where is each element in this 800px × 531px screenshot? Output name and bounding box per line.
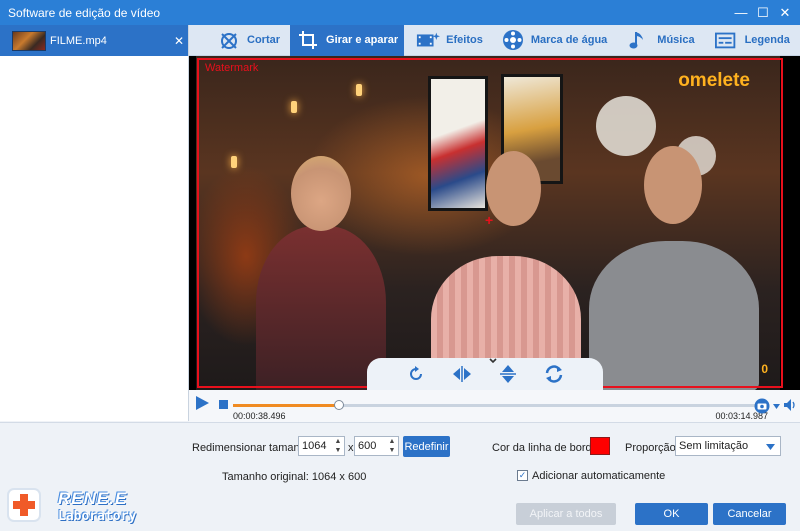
resize-label: Redimensionar tamanho: bbox=[192, 442, 315, 454]
seek-bar-progress bbox=[233, 404, 339, 407]
auto-add-label: Adicionar automaticamente bbox=[532, 470, 666, 482]
apply-all-button[interactable]: Aplicar a todos bbox=[516, 503, 616, 525]
file-list-panel: FILME.mp4 ✕ bbox=[0, 25, 189, 421]
chevron-down-icon[interactable] bbox=[488, 357, 498, 365]
crop-icon bbox=[296, 29, 320, 51]
close-button[interactable]: ✕ bbox=[774, 0, 796, 25]
window-title: Software de edição de vídeo bbox=[8, 5, 161, 20]
cancel-button[interactable]: Cancelar bbox=[713, 503, 786, 525]
edit-toolbar: Cortar Girar e aparar Efeitos Marca de á… bbox=[189, 24, 800, 56]
tab-effects-label: Efeitos bbox=[446, 34, 483, 46]
flip-vertical-icon bbox=[500, 365, 516, 383]
ratio-select[interactable]: Sem limitação bbox=[675, 436, 781, 456]
crop-border[interactable] bbox=[197, 58, 783, 388]
spinner-arrows-icon[interactable]: ▲ ▼ bbox=[334, 438, 342, 454]
tab-watermark-label: Marca de água bbox=[530, 34, 608, 46]
ratio-value: Sem limitação bbox=[679, 440, 749, 452]
auto-add-checkbox[interactable]: ✓ bbox=[517, 470, 528, 481]
camera-icon[interactable] bbox=[754, 398, 770, 414]
height-spinner[interactable]: 600 ▲ ▼ bbox=[354, 436, 399, 456]
watermark-icon bbox=[501, 29, 525, 51]
volume-icon[interactable] bbox=[783, 398, 797, 412]
playback-bar: 00:00:38.496 00:03:14.987 bbox=[189, 390, 800, 422]
file-name: FILME.mp4 bbox=[50, 34, 107, 47]
height-value: 600 bbox=[358, 440, 377, 452]
remove-file-icon[interactable]: ✕ bbox=[170, 34, 188, 48]
size-separator: x bbox=[348, 442, 354, 454]
seek-handle[interactable] bbox=[334, 400, 344, 410]
width-spinner[interactable]: 1064 ▲ ▼ bbox=[298, 436, 345, 456]
tab-music-label: Música bbox=[657, 34, 695, 46]
flip-vertical-button[interactable] bbox=[496, 362, 520, 386]
subtitle-icon bbox=[714, 29, 739, 51]
settings-panel: Redimensionar tamanho: 1064 ▲ ▼ x 600 ▲ ▼ … bbox=[0, 422, 800, 531]
ratio-label: Proporção: bbox=[625, 442, 679, 454]
seek-bar[interactable] bbox=[233, 400, 763, 410]
caret-down-icon[interactable] bbox=[773, 404, 780, 409]
tab-subtitle-label: Legenda bbox=[744, 34, 790, 46]
rotate-icon bbox=[410, 366, 422, 380]
reset-size-button[interactable]: Redefinir bbox=[403, 436, 450, 457]
ok-button[interactable]: OK bbox=[635, 503, 708, 525]
tab-rotate-crop-label: Girar e aparar bbox=[326, 34, 399, 46]
brand-subtitle: Laboratory bbox=[58, 509, 137, 524]
refresh-icon bbox=[545, 365, 563, 383]
effects-icon bbox=[416, 29, 441, 51]
flip-horizontal-button[interactable] bbox=[450, 362, 474, 386]
width-value: 1064 bbox=[302, 440, 327, 452]
maximize-button[interactable]: ☐ bbox=[752, 0, 774, 25]
title-bar: Software de edição de vídeo — ☐ ✕ bbox=[0, 0, 800, 25]
play-icon[interactable] bbox=[194, 395, 210, 411]
border-color-label: Cor da linha de borda: bbox=[492, 442, 601, 454]
rotate-clockwise-button[interactable] bbox=[404, 362, 428, 386]
watermark-label: Watermark bbox=[205, 62, 259, 74]
minimize-button[interactable]: — bbox=[730, 0, 752, 25]
tab-subtitle[interactable]: Legenda bbox=[709, 25, 796, 56]
cut-icon bbox=[217, 29, 241, 51]
tab-cut-label: Cortar bbox=[247, 34, 281, 46]
tab-music[interactable]: Música bbox=[621, 25, 700, 56]
brand-name: RENE.E bbox=[58, 489, 128, 508]
video-thumbnail bbox=[12, 30, 46, 51]
logo-icon bbox=[7, 488, 41, 522]
tab-rotate-crop[interactable]: Girar e aparar bbox=[290, 24, 405, 56]
spinner-arrows-icon[interactable]: ▲ ▼ bbox=[388, 438, 396, 454]
reset-rotation-button[interactable] bbox=[542, 362, 566, 386]
music-icon bbox=[627, 29, 651, 51]
current-time: 00:00:38.496 bbox=[233, 411, 286, 421]
video-preview: + omelete 0 Watermark bbox=[189, 56, 800, 390]
brand-logo: RENE.E Laboratory bbox=[2, 483, 152, 529]
stop-icon[interactable] bbox=[219, 400, 228, 409]
flip-horizontal-icon bbox=[453, 366, 471, 382]
tab-cut[interactable]: Cortar bbox=[211, 25, 286, 56]
rotate-controls bbox=[367, 358, 603, 390]
original-size-text: Tamanho original: 1064 x 600 bbox=[222, 471, 367, 483]
file-list-item[interactable]: FILME.mp4 ✕ bbox=[0, 25, 188, 56]
dropdown-arrow-icon bbox=[766, 444, 775, 450]
tab-effects[interactable]: Efeitos bbox=[410, 25, 489, 56]
tab-watermark[interactable]: Marca de água bbox=[495, 25, 613, 56]
border-color-swatch[interactable] bbox=[590, 437, 610, 455]
